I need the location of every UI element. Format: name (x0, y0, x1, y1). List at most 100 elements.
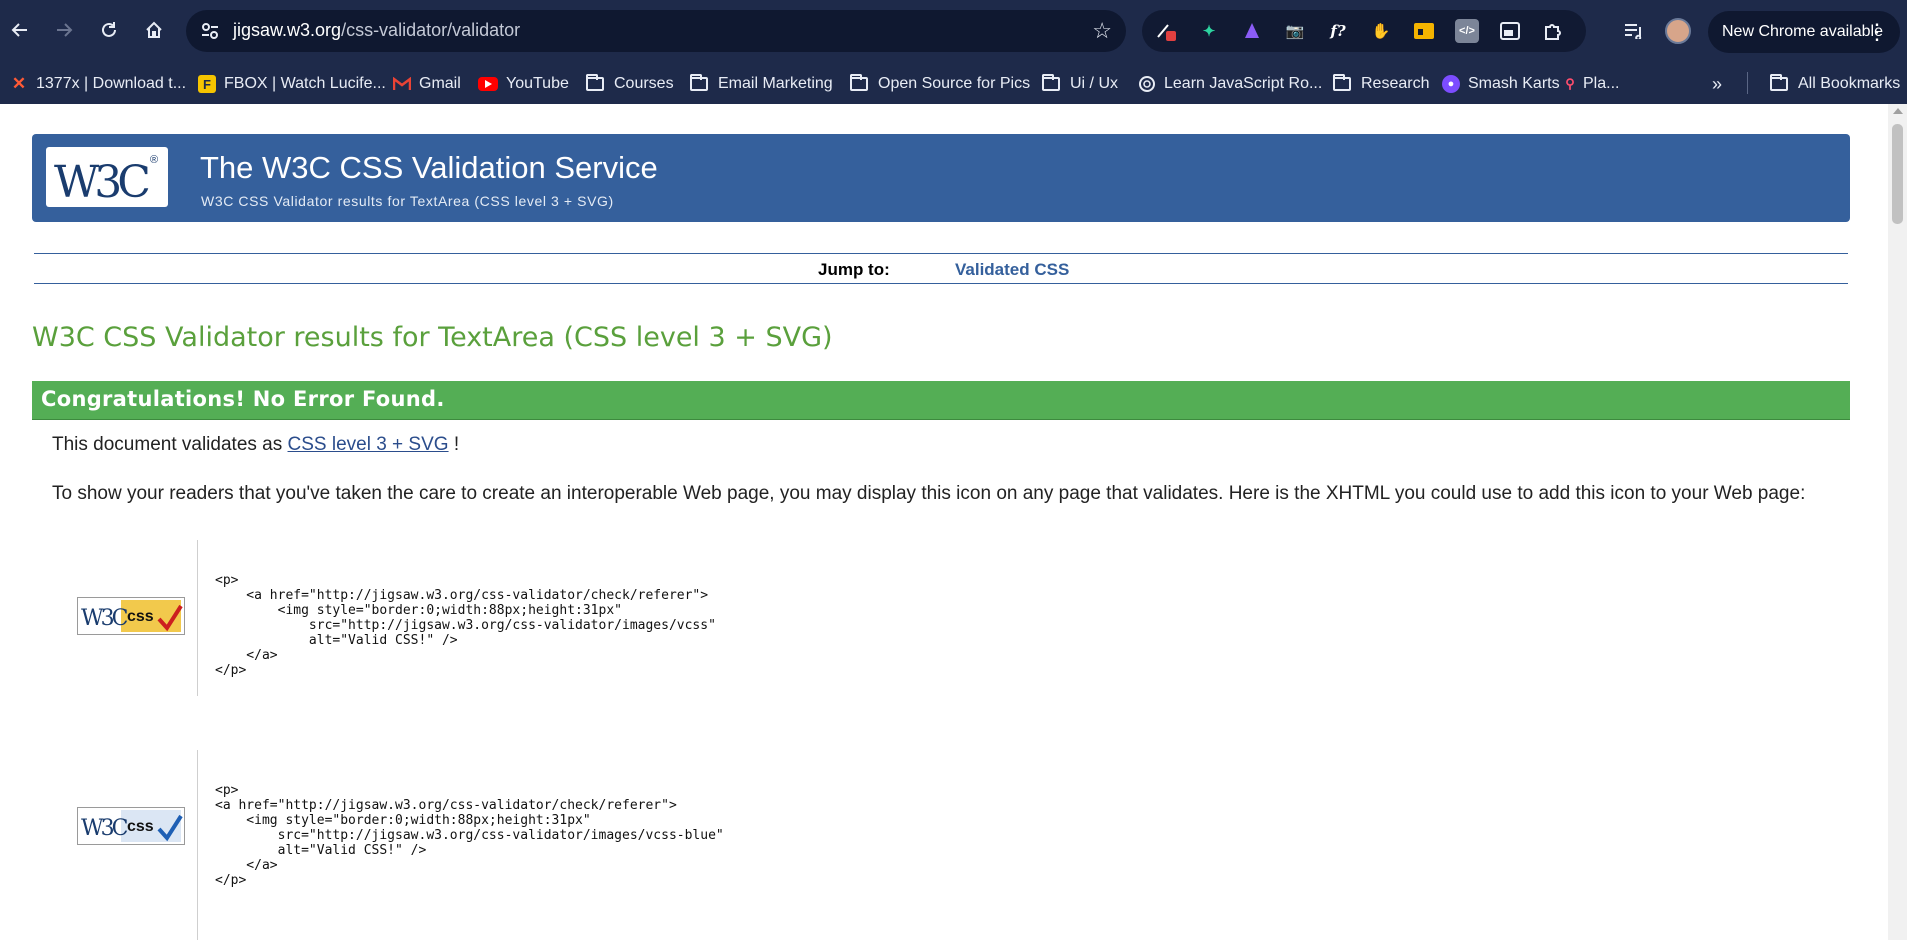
badge-block-vcss: W3C css <p> <a href="http://jigsaw.w3.or… (52, 540, 1832, 696)
bookmark-item[interactable]: ● Smash Karts (1442, 72, 1560, 96)
site-settings-icon[interactable] (200, 21, 220, 41)
arrow-left-icon (11, 23, 27, 37)
bookmark-label: Pla... (1583, 75, 1620, 92)
header-banner: W3C ® The W3C CSS Validation Service W3C… (32, 134, 1850, 222)
validated-css-link[interactable]: Validated CSS (955, 260, 1069, 280)
bookmark-item[interactable]: YouTube (478, 72, 569, 96)
page-content: W3C ® The W3C CSS Validation Service W3C… (0, 104, 1888, 940)
address-bar[interactable]: jigsaw.w3.org/css-validator/validator ☆ (186, 10, 1126, 52)
bookmark-label: FBOX | Watch Lucife... (224, 75, 386, 92)
scroll-up-arrow-icon[interactable] (1893, 108, 1903, 114)
valid-css-blue-badge[interactable]: W3C css (77, 807, 185, 845)
bookmark-label: Gmail (419, 75, 461, 92)
css-profile-link[interactable]: CSS level 3 + SVG (288, 434, 449, 455)
svg-text:css: css (127, 818, 154, 835)
smash-karts-icon: ● (1442, 75, 1460, 93)
back-button[interactable] (4, 14, 36, 46)
all-bookmarks-label: All Bookmarks (1798, 75, 1901, 92)
forward-button[interactable] (48, 14, 80, 46)
svg-text:®: ® (150, 154, 158, 166)
bookmark-folder[interactable]: Ui / Ux (1042, 72, 1118, 96)
folder-icon (1770, 74, 1788, 91)
highlighter-extension-icon[interactable] (1412, 19, 1436, 43)
joystick-icon: ⚲ (1565, 76, 1575, 91)
folder-icon (1042, 74, 1060, 91)
puzzle-extensions-icon[interactable] (1541, 19, 1565, 43)
browser-toolbar: jigsaw.w3.org/css-validator/validator ☆ … (0, 0, 1907, 64)
bookmark-folder[interactable]: Email Marketing (690, 72, 833, 96)
svg-text:W3C: W3C (81, 606, 128, 631)
badge-code-snippet: <p> <a href="http://jigsaw.w3.org/css-va… (215, 573, 716, 678)
profile-avatar[interactable] (1665, 18, 1691, 44)
w3c-logo[interactable]: W3C ® (46, 147, 168, 207)
extensions-bar: ✦ 📷 f? ✋ </> (1142, 10, 1586, 52)
bookmark-item[interactable]: ⚲ Pla... (1561, 72, 1619, 96)
bookmark-label: 1377x | Download t... (36, 75, 187, 92)
url-text[interactable]: jigsaw.w3.org/css-validator/validator (233, 20, 520, 41)
scroll-thumb[interactable] (1892, 124, 1903, 224)
reading-list-icon[interactable] (1621, 18, 1647, 44)
bookmark-label: YouTube (506, 75, 569, 92)
all-bookmarks-folder[interactable]: All Bookmarks (1770, 72, 1900, 96)
bookmark-item[interactable]: Learn JavaScript Ro... (1138, 72, 1322, 96)
bookmark-folder[interactable]: Research (1333, 72, 1429, 96)
results-heading: W3C CSS Validator results for TextArea (… (32, 322, 833, 353)
page-subtitle: W3C CSS Validator results for TextArea (… (201, 193, 614, 209)
icon-instructions: To show your readers that you've taken t… (52, 483, 1806, 504)
hand-extension-icon[interactable]: ✋ (1369, 19, 1393, 43)
svg-text:W3C: W3C (81, 816, 128, 841)
pip-extension-icon[interactable] (1498, 19, 1522, 43)
bookmark-item[interactable]: Gmail (393, 72, 461, 96)
bookmark-item[interactable]: F FBOX | Watch Lucife... (198, 72, 386, 96)
openai-icon (1138, 75, 1156, 93)
youtube-icon (478, 77, 498, 91)
more-bookmarks-chevron-icon[interactable]: » (1712, 72, 1722, 96)
valid-css-blue-badge-icon: W3C css (77, 807, 185, 845)
bookmark-folder[interactable]: Open Source for Pics (850, 72, 1030, 96)
bookmark-label: Courses (614, 75, 674, 92)
valid-css-badge[interactable]: W3C css (77, 597, 185, 635)
folder-icon (690, 74, 708, 91)
code-divider (197, 750, 198, 940)
palette-extension-icon[interactable] (1240, 19, 1264, 43)
fonts-extension-icon[interactable]: f? (1326, 19, 1350, 43)
reload-button[interactable] (93, 14, 125, 46)
w3c-logo-icon: W3C ® (54, 154, 158, 207)
bookmark-label: Smash Karts (1468, 75, 1560, 92)
svg-text:css: css (127, 608, 154, 625)
bookmark-folder[interactable]: Courses (586, 72, 674, 96)
bookmark-label: Learn JavaScript Ro... (1164, 75, 1323, 92)
bookmark-label: Ui / Ux (1070, 75, 1118, 92)
home-icon (146, 21, 162, 38)
success-banner: Congratulations! No Error Found. (32, 381, 1850, 420)
validates-paragraph: This document validates as CSS level 3 +… (52, 434, 459, 456)
url-path: /css-validator/validator (341, 20, 521, 40)
dino-extension-icon[interactable]: ✦ (1197, 19, 1221, 43)
folder-icon (850, 74, 868, 91)
code-extension-icon[interactable]: </> (1455, 19, 1479, 43)
jump-label: Jump to: (818, 260, 890, 279)
bookmark-star-icon[interactable]: ☆ (1092, 18, 1112, 44)
camera-extension-icon[interactable]: 📷 (1283, 19, 1307, 43)
reload-icon (102, 22, 116, 37)
arrow-right-icon (57, 23, 73, 37)
url-host: jigsaw.w3.org (233, 20, 342, 40)
bookmark-item[interactable]: ✕ 1377x | Download t... (10, 72, 186, 96)
browser-chrome: jigsaw.w3.org/css-validator/validator ☆ … (0, 0, 1907, 104)
page-title: The W3C CSS Validation Service (200, 150, 658, 185)
badge-block-vcss-blue: W3C css <p> <a href="http://jigsaw.w3.or… (52, 750, 1832, 940)
fbox-icon: F (198, 75, 216, 93)
jump-nav: Jump to: Validated CSS (34, 253, 1848, 284)
validates-suffix: ! (448, 434, 460, 455)
pen-extension-icon[interactable] (1154, 19, 1178, 43)
home-button[interactable] (138, 14, 170, 46)
bookmarks-bar: ✕ 1377x | Download t... F FBOX | Watch L… (0, 64, 1907, 104)
svg-text:W3C: W3C (54, 157, 149, 207)
page-scrollbar[interactable] (1888, 104, 1907, 940)
menu-dots-icon[interactable]: ⋮ (1866, 19, 1888, 45)
x-logo-icon: ✕ (11, 74, 27, 93)
success-message: Congratulations! No Error Found. (41, 387, 445, 411)
update-chrome-button[interactable]: New Chrome available ⋮ (1708, 11, 1900, 53)
badge-code-snippet: <p> <a href="http://jigsaw.w3.org/css-va… (215, 783, 724, 888)
bookmark-label: Open Source for Pics (878, 75, 1031, 92)
